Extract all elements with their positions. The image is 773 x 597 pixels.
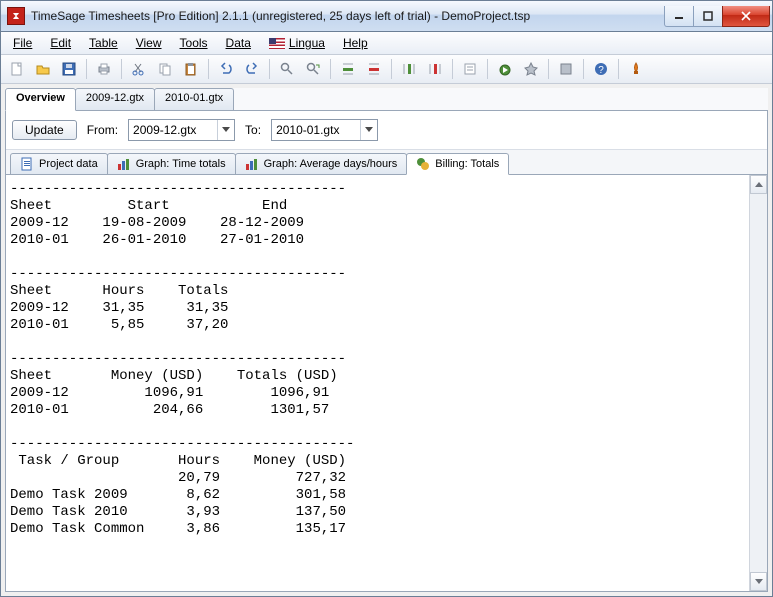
toolbar: ? <box>1 55 772 84</box>
close-button[interactable] <box>722 6 770 27</box>
scrollbar[interactable] <box>749 175 767 591</box>
insert-row-button[interactable] <box>336 57 360 81</box>
window-controls <box>665 6 770 26</box>
notes-button[interactable] <box>458 57 482 81</box>
subtab-label: Project data <box>39 158 98 170</box>
menu-table[interactable]: Table <box>81 34 126 52</box>
minimize-button[interactable] <box>664 6 694 27</box>
maximize-button[interactable] <box>693 6 723 27</box>
app-icon: ⧗ <box>7 7 25 25</box>
scroll-down-icon[interactable] <box>750 572 767 591</box>
menu-bar: File Edit Table View Tools Data Lingua H… <box>1 32 772 55</box>
delete-col-button[interactable] <box>423 57 447 81</box>
cut-button[interactable] <box>127 57 151 81</box>
save-button[interactable] <box>57 57 81 81</box>
window-title: TimeSage Timesheets [Pro Edition] 2.1.1 … <box>31 9 665 23</box>
new-button[interactable] <box>5 57 29 81</box>
insert-col-button[interactable] <box>397 57 421 81</box>
menu-help[interactable]: Help <box>335 34 376 52</box>
from-combo[interactable] <box>128 119 235 141</box>
sub-tabs: Project data Graph: Time totals Graph: A… <box>6 150 767 175</box>
subtab-label: Graph: Average days/hours <box>264 158 398 170</box>
stop-timer-button[interactable] <box>519 57 543 81</box>
billing-icon <box>416 157 430 171</box>
update-button[interactable]: Update <box>12 120 77 140</box>
range-row: Update From: To: <box>6 111 767 150</box>
home-button[interactable] <box>624 57 648 81</box>
title-bar: ⧗ TimeSage Timesheets [Pro Edition] 2.1.… <box>1 1 772 32</box>
flag-icon <box>269 38 285 49</box>
help-button[interactable]: ? <box>589 57 613 81</box>
billing-report: ----------------------------------------… <box>6 175 749 591</box>
document-icon <box>20 157 34 171</box>
redo-button[interactable] <box>240 57 264 81</box>
from-dropdown-icon[interactable] <box>217 120 234 140</box>
menu-edit[interactable]: Edit <box>42 34 79 52</box>
from-label: From: <box>87 123 118 137</box>
start-timer-button[interactable] <box>493 57 517 81</box>
print-button[interactable] <box>92 57 116 81</box>
subtab-graph-time[interactable]: Graph: Time totals <box>107 153 236 174</box>
menu-file[interactable]: File <box>5 34 40 52</box>
to-dropdown-icon[interactable] <box>360 120 377 140</box>
to-combo[interactable] <box>271 119 378 141</box>
tab-2010-01[interactable]: 2010-01.gtx <box>154 88 234 110</box>
subtab-billing-totals[interactable]: Billing: Totals <box>406 153 509 175</box>
find-next-button[interactable] <box>301 57 325 81</box>
to-input[interactable] <box>272 123 360 137</box>
app-window: ⧗ TimeSage Timesheets [Pro Edition] 2.1.… <box>0 0 773 597</box>
menu-lingua[interactable]: Lingua <box>261 34 333 52</box>
report-wrap: ----------------------------------------… <box>6 175 767 591</box>
undo-button[interactable] <box>214 57 238 81</box>
subtab-graph-avg[interactable]: Graph: Average days/hours <box>235 153 408 174</box>
tab-overview[interactable]: Overview <box>5 88 76 111</box>
from-input[interactable] <box>129 123 217 137</box>
copy-button[interactable] <box>153 57 177 81</box>
menu-view[interactable]: View <box>128 34 170 52</box>
find-button[interactable] <box>275 57 299 81</box>
to-label: To: <box>245 123 261 137</box>
file-tabs: Overview 2009-12.gtx 2010-01.gtx <box>5 88 768 111</box>
paste-button[interactable] <box>179 57 203 81</box>
menu-data[interactable]: Data <box>218 34 259 52</box>
options-button[interactable] <box>554 57 578 81</box>
subtab-label: Graph: Time totals <box>136 158 226 170</box>
tab-2009-12[interactable]: 2009-12.gtx <box>75 88 155 110</box>
delete-row-button[interactable] <box>362 57 386 81</box>
svg-text:?: ? <box>598 65 604 76</box>
subtab-project-data[interactable]: Project data <box>10 153 108 174</box>
bar-chart-icon <box>117 157 131 171</box>
menu-tools[interactable]: Tools <box>172 34 216 52</box>
open-button[interactable] <box>31 57 55 81</box>
subtab-label: Billing: Totals <box>435 158 499 170</box>
client-area: Overview 2009-12.gtx 2010-01.gtx Update … <box>1 84 772 596</box>
scroll-up-icon[interactable] <box>750 175 767 194</box>
bar-chart-icon <box>245 157 259 171</box>
overview-panel: Update From: To: Pro <box>5 111 768 592</box>
scroll-track[interactable] <box>750 194 767 572</box>
